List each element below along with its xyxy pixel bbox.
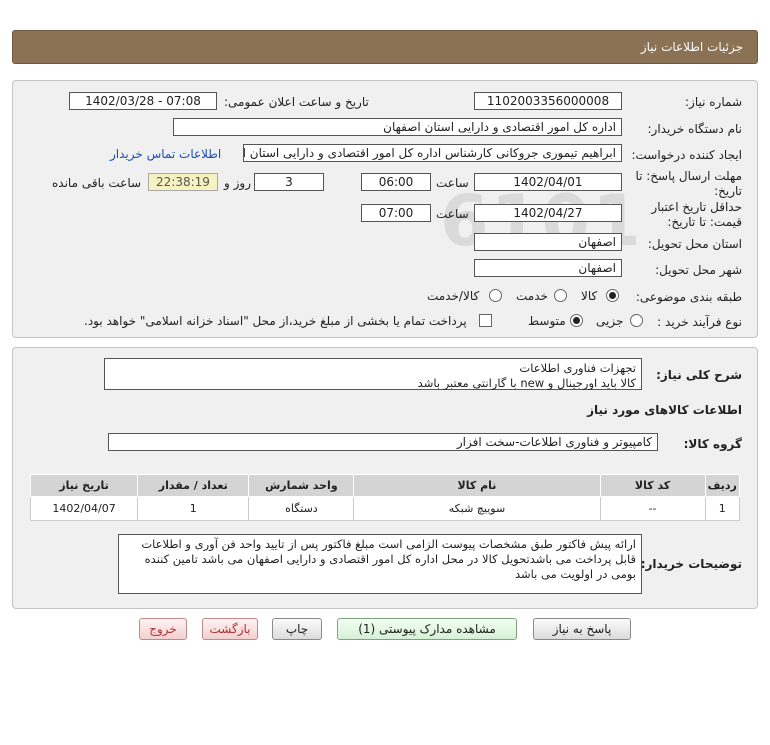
remaining-days-field: 3 [254,173,324,191]
summary-line-2: کالا باید اورجینال و new با گارانتی معتب… [417,376,636,390]
buyer-org-field: اداره کل امور اقتصادی و دارایی استان اصف… [173,118,622,136]
page-title: جزئيات اطلاعات نياز [640,40,743,54]
category-goods-service-label: کالا/خدمت [427,289,480,303]
cell-unit: دستگاه [248,496,355,521]
delivery-province-field: اصفهان [474,233,622,251]
treasury-payment-note: پرداخت تمام یا بخشی از مبلغ خرید،از محل … [84,314,467,328]
buyer-org-label: نام دستگاه خریدار: [647,122,743,136]
view-attachments-button[interactable]: مشاهده مدارک پیوستی (1) [337,618,517,640]
remaining-time-label: ساعت باقی مانده [52,176,142,190]
cell-qty: 1 [137,496,250,521]
back-button[interactable]: بازگشت [202,618,258,640]
deadline-time-label: ساعت [436,176,469,190]
deadline-label: مهلت ارسال پاسخ: تا [635,169,742,183]
category-radio-goods[interactable] [606,289,619,302]
request-creator-field: ابراهیم تیموری جروکانی کارشناس اداره کل … [243,144,622,162]
cell-code: -- [599,496,706,521]
col-qty: تعداد / مقدار [137,474,250,497]
cell-name: سوییچ شبکه [353,496,601,521]
table-row: 1 -- سوییچ شبکه دستگاه 1 1402/04/07 [29,496,741,521]
summary-box: تجهزات فناوری اطلاعات کالا باید اورجینال… [104,358,642,390]
price-validity-label: حداقل تاریخ اعتبار [651,200,742,214]
announce-datetime-field: 1402/03/28 - 07:08 [69,92,217,110]
col-name: نام کالا [353,474,601,497]
cell-row: 1 [704,496,741,521]
category-radio-service[interactable] [554,289,567,302]
buyer-notes-line-3: بومی در اولویت می باشد [515,567,636,581]
buyer-notes-box: ارائه پیش فاکتور طبق مشخصات پیوست الزامی… [118,534,642,594]
goods-group-label: گروه کالا: [683,437,742,451]
process-radio-minor[interactable] [630,314,643,327]
purchase-process-label: نوع فرآیند خرید : [657,315,742,329]
buyer-contact-link[interactable]: اطلاعات تماس خریدار [110,147,221,161]
validity-time-label: ساعت [436,207,469,221]
validity-time-field: 07:00 [361,204,431,222]
delivery-province-label: استان محل تحویل: [647,237,742,251]
validity-date-field: 1402/04/27 [474,204,622,222]
exit-button[interactable]: خروج [139,618,187,640]
price-validity-sub-label: قیمت: تا تاریخ: [667,215,742,229]
process-medium-label: متوسط [528,314,566,328]
need-number-label: شماره نیاز: [685,95,742,109]
goods-group-field: کامپیوتر و فناوری اطلاعات-سخت افزار [108,433,658,451]
remaining-time-field: 22:38:19 [148,173,218,191]
need-number-field: 1102003356000008 [474,92,622,110]
summary-line-1: تجهزات فناوری اطلاعات [519,361,636,375]
category-radio-goods-service[interactable] [489,289,502,302]
delivery-city-label: شهر محل تحویل: [655,263,742,277]
goods-section-title: اطلاعات کالاهای مورد نیاز [587,403,742,417]
treasury-payment-checkbox[interactable] [479,314,492,327]
delivery-city-field: اصفهان [474,259,622,277]
reply-button[interactable]: پاسخ به نیاز [533,618,631,640]
process-radio-medium[interactable] [570,314,583,327]
announce-datetime-label: تاریخ و ساعت اعلان عمومی: [224,95,369,109]
buyer-notes-label: توضیحات خریدار: [640,557,742,571]
col-unit: واحد شمارش [248,474,355,497]
col-row: ردیف [704,474,741,497]
col-date: تاریخ نیاز [29,474,139,497]
cell-date: 1402/04/07 [29,496,139,521]
subject-category-label: طبقه بندی موضوعی: [635,290,742,304]
remaining-days-label: روز و [224,176,251,190]
buyer-notes-line-2: قابل پرداخت می باشدتحویل کالا در محل ادا… [144,552,636,566]
deadline-date-field: 1402/04/01 [474,173,622,191]
category-service-label: خدمت [516,289,548,303]
page-header: جزئيات اطلاعات نياز [12,30,758,64]
category-goods-label: کالا [581,289,598,303]
request-creator-label: ایجاد کننده درخواست: [631,148,742,162]
buyer-notes-line-1: ارائه پیش فاکتور طبق مشخصات پیوست الزامی… [141,537,636,551]
summary-label: شرح کلی نیاز: [656,368,742,382]
process-minor-label: جزیی [596,314,624,328]
deadline-date-sub-label: تاریخ: [714,184,742,198]
col-code: کد کالا [599,474,706,497]
goods-table-header: ردیف کد کالا نام کالا واحد شمارش تعداد /… [29,474,741,497]
goods-table: ردیف کد کالا نام کالا واحد شمارش تعداد /… [29,474,741,521]
print-button[interactable]: چاپ [272,618,322,640]
deadline-time-field: 06:00 [361,173,431,191]
